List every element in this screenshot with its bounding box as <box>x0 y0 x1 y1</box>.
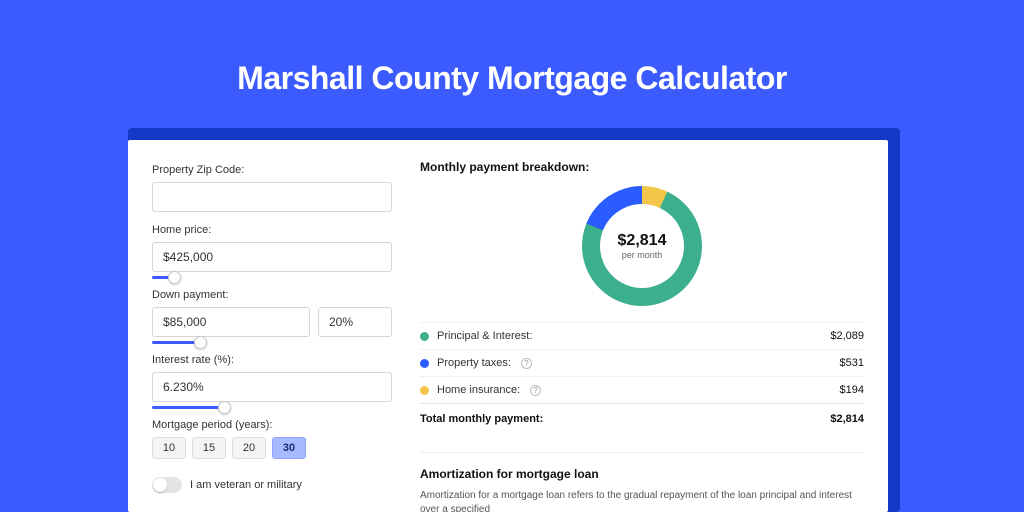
calculator-panel: Property Zip Code: Home price: Down paym… <box>128 140 888 512</box>
breakdown-column: Monthly payment breakdown: $2,814 per mo… <box>420 160 864 492</box>
donut-amount: $2,814 <box>618 232 667 250</box>
interest-label: Interest rate (%): <box>152 354 392 366</box>
period-label: Mortgage period (years): <box>152 419 392 431</box>
period-10-button[interactable]: 10 <box>152 437 186 459</box>
donut-sub: per month <box>622 250 663 260</box>
total-value: $2,814 <box>830 413 864 425</box>
home-price-label: Home price: <box>152 224 392 236</box>
legend-label: Property taxes: <box>437 357 511 369</box>
info-icon[interactable]: ? <box>521 358 532 369</box>
zip-label: Property Zip Code: <box>152 164 392 176</box>
amortization-text: Amortization for a mortgage loan refers … <box>420 489 864 512</box>
total-label: Total monthly payment: <box>420 413 543 425</box>
legend-row-insurance: Home insurance: ? $194 <box>420 376 864 403</box>
legend-label: Home insurance: <box>437 384 520 396</box>
breakdown-title: Monthly payment breakdown: <box>420 160 864 174</box>
veteran-toggle[interactable] <box>152 477 182 493</box>
period-buttons: 10 15 20 30 <box>152 437 392 459</box>
dot-icon <box>420 332 429 341</box>
home-price-slider[interactable] <box>152 271 392 285</box>
legend-label: Principal & Interest: <box>437 330 532 342</box>
amortization-section: Amortization for mortgage loan Amortizat… <box>420 452 864 512</box>
interest-slider[interactable] <box>152 401 392 415</box>
legend-row-principal: Principal & Interest: $2,089 <box>420 322 864 349</box>
period-20-button[interactable]: 20 <box>232 437 266 459</box>
legend-value: $2,089 <box>830 330 864 342</box>
legend-value: $194 <box>840 384 864 396</box>
slider-track <box>152 341 200 344</box>
slider-handle[interactable] <box>168 271 181 284</box>
zip-input[interactable] <box>152 182 392 212</box>
down-payment-input[interactable] <box>152 307 310 337</box>
slider-handle[interactable] <box>218 401 231 414</box>
amortization-title: Amortization for mortgage loan <box>420 467 864 481</box>
down-payment-label: Down payment: <box>152 289 392 301</box>
down-payment-pct-input[interactable] <box>318 307 392 337</box>
slider-handle[interactable] <box>194 336 207 349</box>
page-title: Marshall County Mortgage Calculator <box>0 0 1024 125</box>
dot-icon <box>420 386 429 395</box>
dot-icon <box>420 359 429 368</box>
legend-value: $531 <box>840 357 864 369</box>
info-icon[interactable]: ? <box>530 385 541 396</box>
total-row: Total monthly payment: $2,814 <box>420 403 864 434</box>
form-column: Property Zip Code: Home price: Down paym… <box>152 160 392 492</box>
slider-track <box>152 406 224 409</box>
down-payment-slider[interactable] <box>152 336 392 350</box>
period-15-button[interactable]: 15 <box>192 437 226 459</box>
interest-input[interactable] <box>152 372 392 402</box>
period-30-button[interactable]: 30 <box>272 437 306 459</box>
home-price-input[interactable] <box>152 242 392 272</box>
donut-center: $2,814 per month <box>600 204 684 288</box>
veteran-label: I am veteran or military <box>190 479 302 491</box>
donut-chart: $2,814 per month <box>420 186 864 306</box>
legend-row-taxes: Property taxes: ? $531 <box>420 349 864 376</box>
page-background: Marshall County Mortgage Calculator Prop… <box>0 0 1024 512</box>
